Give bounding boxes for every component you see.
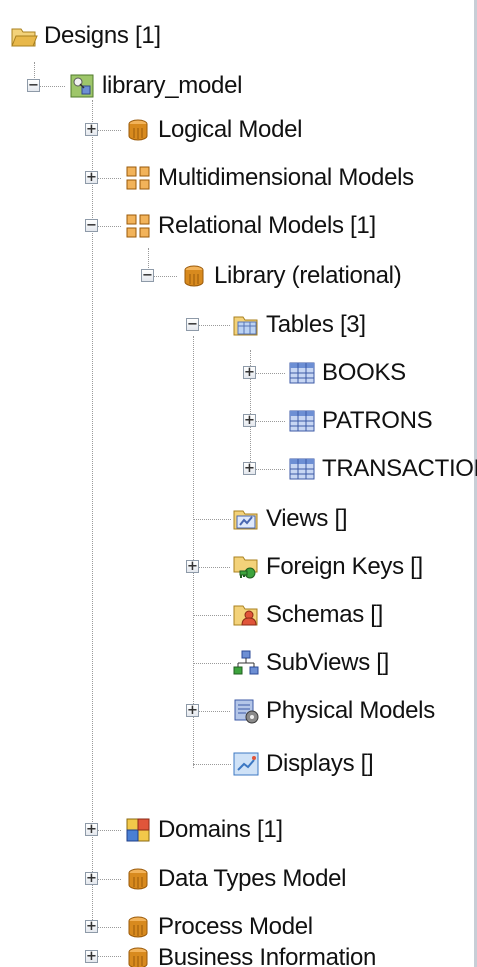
expand-toggle-process-model[interactable]: + xyxy=(85,920,98,933)
tree-node-schemas[interactable]: Schemas [] xyxy=(232,591,383,639)
expand-toggle-foreign-keys[interactable]: + xyxy=(186,560,199,573)
tree-node-designs[interactable]: Designs [1] xyxy=(10,12,161,60)
views-icon xyxy=(232,505,260,533)
tree-node-domains[interactable]: Domains [1] xyxy=(124,806,283,854)
tree-node-transactions[interactable]: TRANSACTIONS xyxy=(288,445,477,493)
tree-node-label: Schemas [] xyxy=(266,601,384,628)
tree-node-label: BOOKS xyxy=(322,359,406,386)
design-model-icon xyxy=(68,72,96,100)
tree-node-library-model[interactable]: library_model xyxy=(68,62,242,110)
tree-node-foreign-keys[interactable]: Foreign Keys [] xyxy=(232,543,423,591)
tree-node-label: Business Information xyxy=(158,944,377,967)
tree-node-business-information[interactable]: Business Information xyxy=(124,934,376,967)
tree-node-label: library_model xyxy=(102,72,243,99)
tree-node-data-types-model[interactable]: Data Types Model xyxy=(124,855,347,903)
tree-node-label: Tables [3] xyxy=(266,311,366,338)
key-icon xyxy=(232,553,260,581)
tree-node-label: Physical Models xyxy=(266,697,435,724)
tree-node-label: SubViews [] xyxy=(266,649,389,676)
multidim-grid-icon xyxy=(124,212,152,240)
tree-node-label: Foreign Keys [] xyxy=(266,553,423,580)
tree-node-label: Domains [1] xyxy=(158,816,283,843)
tree-node-label: Views [] xyxy=(266,505,348,532)
subviews-icon xyxy=(232,649,260,677)
model-cylinder-icon xyxy=(124,865,152,893)
expand-toggle-patrons[interactable]: + xyxy=(243,414,256,427)
tree-line xyxy=(97,830,121,831)
tree-node-displays[interactable]: Displays [] xyxy=(232,740,374,788)
tree-node-library-relational[interactable]: Library (relational) xyxy=(180,252,402,300)
tree-line xyxy=(39,86,65,87)
schema-icon xyxy=(232,601,260,629)
tree-node-label: Library (relational) xyxy=(214,262,402,289)
expand-toggle-logical-model[interactable]: + xyxy=(85,123,98,136)
tree-node-multidimensional-models[interactable]: Multidimensional Models xyxy=(124,154,414,202)
model-cylinder-icon xyxy=(124,944,152,967)
tree-node-label: Multidimensional Models xyxy=(158,164,414,191)
tree-node-views[interactable]: Views [] xyxy=(232,495,348,543)
expand-toggle-multidimensional[interactable]: + xyxy=(85,171,98,184)
domains-icon xyxy=(124,816,152,844)
tree-line xyxy=(97,130,121,131)
expand-toggle-physical-models[interactable]: + xyxy=(186,704,199,717)
tree-node-logical-model[interactable]: Logical Model xyxy=(124,106,303,154)
tree-line xyxy=(193,663,231,664)
tree-node-tables[interactable]: Tables [3] xyxy=(232,301,366,349)
tree-node-patrons[interactable]: PATRONS xyxy=(288,397,433,445)
tree-node-label: Logical Model xyxy=(158,116,303,143)
physical-model-icon xyxy=(232,697,260,725)
tree-line xyxy=(198,567,230,568)
model-cylinder-icon xyxy=(180,262,208,290)
model-cylinder-icon xyxy=(124,116,152,144)
tree-line xyxy=(97,956,121,957)
tree-line xyxy=(193,764,231,765)
display-icon xyxy=(232,750,260,778)
tree-line xyxy=(193,615,231,616)
tree-line xyxy=(97,178,121,179)
folder-open-icon xyxy=(10,22,38,50)
tree-line xyxy=(255,469,285,470)
tree-node-subviews[interactable]: SubViews [] xyxy=(232,639,389,687)
tree-node-physical-models[interactable]: Physical Models xyxy=(232,687,435,735)
tree-line xyxy=(153,276,177,277)
tree-line xyxy=(255,421,285,422)
expand-toggle-books[interactable]: + xyxy=(243,366,256,379)
tree-line xyxy=(193,519,231,520)
tree-line xyxy=(97,927,121,928)
expand-toggle-domains[interactable]: + xyxy=(85,823,98,836)
tree-line xyxy=(198,325,230,326)
tree-line xyxy=(97,226,121,227)
table-icon xyxy=(288,455,316,483)
collapse-toggle-library-model[interactable]: − xyxy=(27,79,40,92)
multidim-grid-icon xyxy=(124,164,152,192)
tree-line xyxy=(255,373,285,374)
tree-node-label: TRANSACTIONS xyxy=(322,455,477,482)
tree-node-relational-models[interactable]: Relational Models [1] xyxy=(124,202,376,250)
table-icon xyxy=(288,407,316,435)
tree-node-label: Displays [] xyxy=(266,750,374,777)
expand-toggle-business-info[interactable]: + xyxy=(85,950,98,963)
table-icon xyxy=(288,359,316,387)
tree-node-label: PATRONS xyxy=(322,407,433,434)
collapse-toggle-library-relational[interactable]: − xyxy=(141,269,154,282)
folder-open-icon xyxy=(232,311,260,339)
tree-node-label: Relational Models [1] xyxy=(158,212,376,239)
tree-node-books[interactable]: BOOKS xyxy=(288,349,406,397)
design-tree: − + + − − − + + + + + + + + + Designs [1… xyxy=(0,0,477,967)
collapse-toggle-relational[interactable]: − xyxy=(85,219,98,232)
tree-node-label: Designs [1] xyxy=(44,22,161,49)
tree-node-label: Data Types Model xyxy=(158,865,347,892)
expand-toggle-data-types[interactable]: + xyxy=(85,872,98,885)
collapse-toggle-tables[interactable]: − xyxy=(186,318,199,331)
tree-line xyxy=(97,879,121,880)
tree-line xyxy=(198,711,230,712)
expand-toggle-transactions[interactable]: + xyxy=(243,462,256,475)
